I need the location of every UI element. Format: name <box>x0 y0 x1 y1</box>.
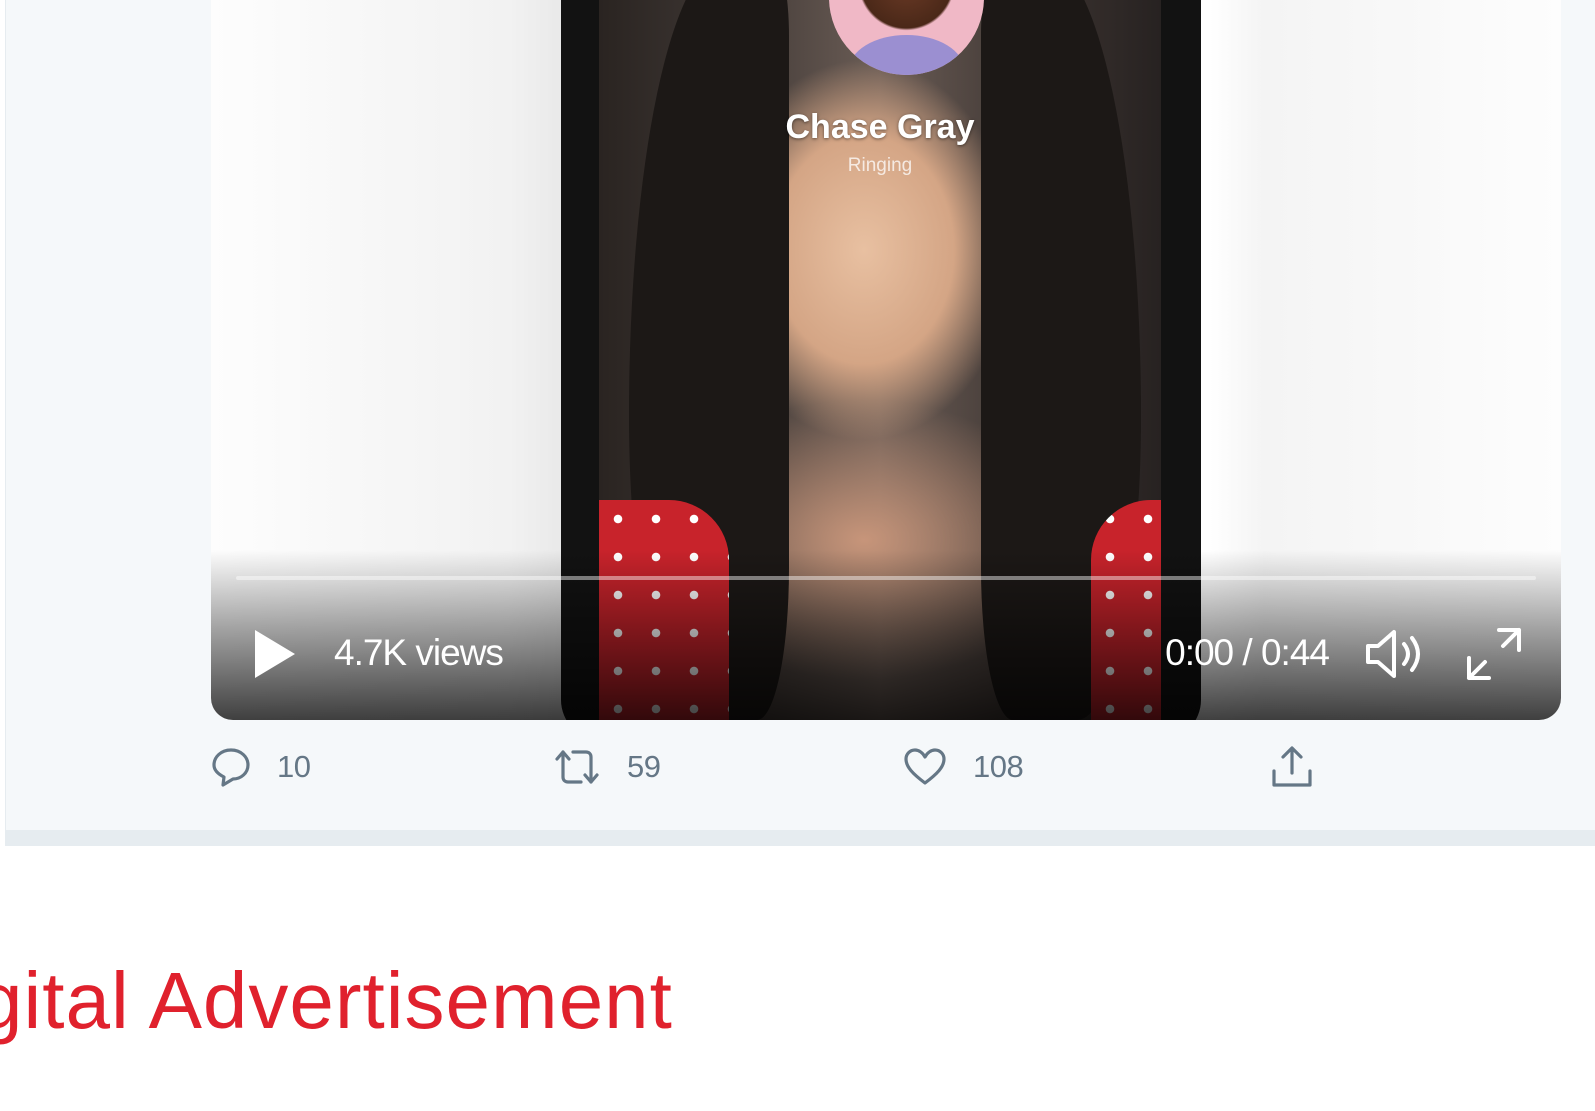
share-button[interactable] <box>1269 742 1315 792</box>
retweet-icon <box>555 750 599 784</box>
view-count: 4.7K views <box>334 632 504 673</box>
retweet-button[interactable]: 59 <box>553 742 661 792</box>
volume-button[interactable] <box>1364 628 1426 680</box>
reply-button[interactable]: 10 <box>211 742 311 792</box>
tweet-card: Chase Gray Ringing 4.7K views 0:00 / 0:4… <box>5 0 1595 846</box>
like-count: 108 <box>973 749 1024 784</box>
fullscreen-icon <box>1467 628 1521 680</box>
heart-icon <box>904 748 946 785</box>
fullscreen-button[interactable] <box>1465 626 1523 682</box>
reply-icon <box>212 748 250 787</box>
video-time: 0:00 / 0:44 <box>1165 632 1330 673</box>
play-button[interactable] <box>251 628 299 680</box>
tweet-actions: 10 59 108 <box>211 742 1361 792</box>
like-button[interactable]: 108 <box>903 742 1024 792</box>
caller-avatar <box>829 0 984 75</box>
section-heading: gital Advertisement <box>0 956 673 1045</box>
volume-icon <box>1366 630 1420 678</box>
reply-count: 10 <box>277 749 311 784</box>
caller-status: Ringing <box>847 155 913 176</box>
retweet-count: 59 <box>627 749 661 784</box>
progress-bar[interactable] <box>236 576 1536 580</box>
share-icon <box>1272 746 1312 787</box>
caller-name: Chase Gray <box>785 108 975 146</box>
video-player[interactable]: Chase Gray Ringing 4.7K views 0:00 / 0:4… <box>211 0 1561 720</box>
play-icon <box>255 630 295 678</box>
